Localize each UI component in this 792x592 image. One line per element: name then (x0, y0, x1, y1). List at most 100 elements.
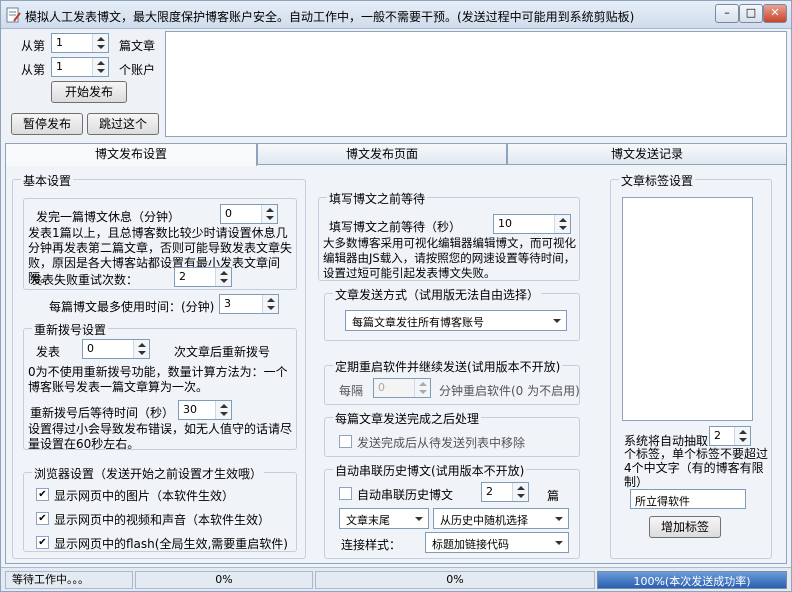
start-account-stepper[interactable]: 1 (51, 57, 109, 77)
redial-warning: 设置得过小会导致发布错误，如无人值守的话请尽量设置在60秒左右。 (28, 422, 293, 451)
history-count-stepper[interactable]: 2 (481, 482, 529, 502)
link-style-select[interactable]: 标题加链接代码 (425, 532, 569, 553)
from-label-article: 从第 (21, 39, 46, 53)
group-title: 填写博文之前等待 (327, 190, 428, 207)
redial-count-stepper[interactable]: 0 (82, 339, 150, 359)
group-title: 文章标签设置 (619, 172, 696, 189)
stepper-arrows-icon[interactable] (133, 340, 149, 358)
rest-minutes-stepper[interactable]: 0 (220, 204, 278, 224)
publish-controls: 从第 1 篇文章 从第 1 个账户 开始发布 暂停发布 跳过这个 (9, 31, 161, 137)
stepper-arrows-icon[interactable] (554, 215, 570, 233)
minimize-icon: – (724, 6, 730, 19)
tab-bar: 博文发布设置 博文发布页面 博文发送记录 (5, 143, 787, 166)
link-style-label: 连接样式： (341, 538, 402, 552)
start-publish-button[interactable]: 开始发布 (51, 81, 127, 103)
status-progress-1: 0% (135, 571, 313, 589)
history-chain-group: 自动串联历史博文(试用版本不开放) 自动串联历史博文 2 篇 文章末尾 从历史中… (324, 462, 580, 559)
group-title: 基本设置 (21, 172, 74, 189)
progress-text: 100%(本次发送成功率) (633, 575, 751, 588)
checkbox-unchecked-icon[interactable] (339, 487, 352, 500)
stepper-arrows-icon[interactable] (92, 58, 108, 76)
fill-wait-group: 填写博文之前等待 填写博文之前等待（秒） 10 大多数博客采用可视化编辑器编辑博… (318, 190, 580, 281)
tag-input[interactable]: 所立得软件 (630, 489, 746, 509)
chevron-down-icon[interactable] (555, 517, 563, 521)
send-mode-select[interactable]: 每篇文章发往所有博客账号 (345, 310, 567, 331)
fill-wait-note: 大多数博客采用可视化编辑器编辑博文，而可视化编辑器由JS载入，请按照您的网速设置… (323, 236, 576, 280)
checkbox-checked-icon[interactable]: ✔ (36, 512, 49, 525)
status-bar: 等待工作中。。。 0% 0% 100%(本次发送成功率) (1, 567, 791, 591)
log-area[interactable] (165, 31, 787, 137)
close-button[interactable]: ✕ (763, 4, 787, 23)
tab-publish-page[interactable]: 博文发布页面 (257, 143, 507, 165)
success-rate-progress-bar: 100%(本次发送成功率) (597, 571, 787, 589)
retry-stepper[interactable]: 2 (174, 267, 232, 287)
account-unit-label: 个账户 (119, 63, 156, 77)
add-tag-button[interactable]: 增加标签 (649, 516, 721, 538)
history-source-select[interactable]: 从历史中随机选择 (433, 508, 569, 529)
max-time-label: 每篇博文最多使用时间：(分钟) (49, 300, 215, 314)
group-title: 自动串联历史博文(试用版本不开放) (333, 462, 527, 479)
skip-button[interactable]: 跳过这个 (87, 113, 159, 135)
checkbox-checked-icon[interactable]: ✔ (36, 536, 49, 549)
group-title: 定期重启软件并继续发送(试用版本不开放) (333, 358, 563, 375)
after-send-group: 每篇文章发送完成之后处理 发送完成后从待发送列表中移除 (324, 410, 580, 457)
restart-every-label: 每隔 (339, 384, 364, 398)
minimize-button[interactable]: – (715, 4, 739, 23)
redial-wait-label: 重新拨号后等待时间（秒） (30, 406, 175, 420)
basic-settings-group: 基本设置 发完一篇博文休息（分钟） 0 发表1篇以上，且总博客数比较少时请设置休… (12, 172, 306, 559)
restart-group: 定期重启软件并继续发送(试用版本不开放) 每隔 0 分钟重启软件(0 为不启用) (324, 358, 580, 405)
close-icon: ✕ (770, 6, 780, 19)
maximize-button[interactable]: □ (739, 4, 763, 23)
redial-note: 0为不使用重新拨号功能，数量计算方法为：一个博客账号发表一篇文章算为一次。 (28, 365, 288, 394)
rest-label: 发完一篇博文休息（分钟） (36, 210, 181, 224)
stepper-arrows-icon[interactable] (414, 379, 430, 397)
status-progress-2: 0% (315, 571, 595, 589)
stepper-arrows-icon[interactable] (734, 427, 750, 445)
tab-publish-settings[interactable]: 博文发布设置 (5, 143, 257, 166)
title-bar: 模拟人工发表博文，最大限度保护博客账户安全。自动工作中，一般不需要干预。(发送过… (1, 1, 791, 29)
chevron-down-icon[interactable] (553, 319, 561, 323)
checkbox-checked-icon[interactable]: ✔ (36, 488, 49, 501)
auto-tag-stepper[interactable]: 2 (709, 426, 751, 446)
stepper-arrows-icon[interactable] (262, 295, 278, 313)
status-text: 等待工作中。。。 (5, 571, 133, 589)
stepper-arrows-icon[interactable] (92, 34, 108, 52)
browser-settings-group: 浏览器设置（发送开始之前设置才生效哦） ✔ 显示网页中的图片（本软件生效） ✔ … (23, 465, 297, 552)
tag-list[interactable] (622, 197, 753, 421)
redial-post-label: 发表 (36, 345, 61, 359)
app-icon (5, 7, 21, 23)
max-time-stepper[interactable]: 3 (219, 294, 279, 314)
chevron-down-icon[interactable] (415, 517, 423, 521)
rest-settings-group: 发完一篇博文休息（分钟） 0 发表1篇以上，且总博客数比较少时请设置休息几分钟再… (23, 198, 297, 290)
start-article-stepper[interactable]: 1 (51, 33, 109, 53)
from-label-account: 从第 (21, 63, 46, 77)
fill-wait-stepper[interactable]: 10 (493, 214, 571, 234)
retry-label: 发表失败重试次数： (30, 273, 139, 287)
stepper-arrows-icon[interactable] (261, 205, 277, 223)
group-title: 浏览器设置（发送开始之前设置才生效哦） (32, 465, 265, 482)
redial-wait-stepper[interactable]: 30 (178, 400, 232, 420)
window-title: 模拟人工发表博文，最大限度保护博客账户安全。自动工作中，一般不需要干预。(发送过… (25, 10, 635, 24)
stepper-arrows-icon[interactable] (512, 483, 528, 501)
tab-send-records[interactable]: 博文发送记录 (507, 143, 787, 165)
article-unit-label: 篇文章 (119, 39, 156, 53)
auto-tag-note: 个标签，单个标签不要超过4个中文字（有的博客有限制） (624, 447, 769, 489)
group-title: 重新拨号设置 (32, 321, 109, 338)
stepper-arrows-icon[interactable] (215, 401, 231, 419)
group-title: 文章发送方式（试用版无法自由选择） (333, 286, 542, 303)
group-title: 每篇文章发送完成之后处理 (333, 410, 482, 427)
history-position-select[interactable]: 文章末尾 (339, 508, 429, 529)
stepper-arrows-icon[interactable] (215, 268, 231, 286)
checkbox-unchecked-icon[interactable] (339, 435, 352, 448)
redial-after-label: 次文章后重新拨号 (174, 345, 271, 359)
restart-unit-label: 分钟重启软件(0 为不启用) (439, 384, 580, 398)
maximize-icon: □ (745, 6, 757, 19)
history-count-unit: 篇 (547, 489, 560, 503)
redial-settings-group: 重新拨号设置 发表 0 次文章后重新拨号 0为不使用重新拨号功能，数量计算方法为… (23, 321, 297, 451)
restart-minutes-stepper[interactable]: 0 (373, 378, 431, 398)
fill-wait-label: 填写博文之前等待（秒） (329, 220, 462, 234)
main-window: 模拟人工发表博文，最大限度保护博客账户安全。自动工作中，一般不需要干预。(发送过… (0, 0, 792, 592)
pause-publish-button[interactable]: 暂停发布 (11, 113, 83, 135)
send-mode-group: 文章发送方式（试用版无法自由选择） 每篇文章发往所有博客账号 (324, 286, 580, 341)
chevron-down-icon[interactable] (555, 541, 563, 545)
